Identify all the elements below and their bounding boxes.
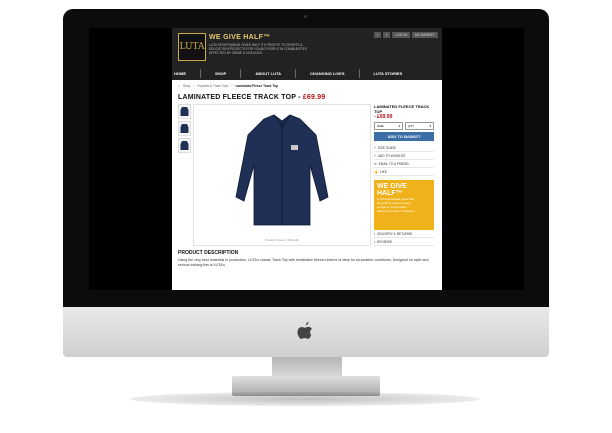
login-link[interactable]: LOG IN (392, 32, 411, 38)
twitter-icon[interactable]: t (383, 32, 391, 38)
size-guide-link[interactable]: + SIZE GUIDE (374, 144, 434, 152)
chevron-right-icon: › (231, 84, 233, 88)
crumb-category[interactable]: Hoodies & Track Tops (197, 84, 228, 88)
chevron-right-icon: › (193, 84, 195, 88)
nav-stories[interactable]: LUTA STORIES (374, 69, 403, 78)
truck-icon: ▪ (374, 231, 376, 236)
side-product-price: - £69.99 (374, 114, 393, 120)
thumbnail-list (178, 104, 191, 246)
nav-home[interactable]: HOME (174, 69, 186, 78)
plus-icon: + (374, 153, 376, 158)
promo-text: LUTA Sportswear gives half its profit to… (377, 197, 415, 213)
luta-logo[interactable]: LUTA (178, 33, 206, 61)
purchase-panel: LAMINATED FLEECE TRACK TOP - £69.99 SIZE… (374, 104, 434, 246)
website: LUTA WE GIVE HALF™ LUTA SPORTSWEAR GIVES… (172, 28, 442, 290)
breadcrumb: ⌂ Shop › Hoodies & Track Tops › Laminate… (172, 80, 442, 92)
speech-bubble-icon: ▪ (374, 239, 376, 244)
camera-icon (304, 15, 307, 18)
jacket-image (235, 114, 329, 226)
delivery-returns-link[interactable]: ▪ DELIVERY & RETURNS (374, 230, 434, 238)
site-header: LUTA WE GIVE HALF™ LUTA SPORTSWEAR GIVES… (172, 28, 442, 80)
basket-link[interactable]: MY BASKET (412, 32, 438, 38)
imac-display: LUTA WE GIVE HALF™ LUTA SPORTSWEAR GIVES… (0, 0, 612, 433)
nav-changing-lives[interactable]: CHANGING LIVES (310, 69, 344, 78)
thumbnail-side[interactable] (178, 121, 191, 136)
crumb-current: Laminated Fleece Track Top (235, 84, 278, 88)
we-give-half-promo[interactable]: WE GIVE HALF™ LUTA Sportswear gives half… (374, 180, 434, 230)
facebook-icon[interactable]: f (374, 32, 382, 38)
chevron-down-icon: ▾ (429, 124, 431, 128)
tagline: WE GIVE HALF™ (209, 34, 271, 41)
qty-select[interactable]: QTY ▾ (405, 122, 434, 130)
stand-neck (272, 357, 342, 377)
thumbnail-front[interactable] (178, 104, 191, 119)
side-product-name: LAMINATED FLEECE TRACK TOP (374, 104, 430, 114)
image-caption: Product Shown | Midnight (264, 238, 300, 242)
header-blurb: LUTA SPORTSWEAR GIVES HALF ITS PROFITS T… (209, 43, 307, 55)
email-friend-link[interactable]: ✉ EMAIL TO A FRIEND (374, 160, 434, 168)
apple-logo-icon (297, 321, 314, 346)
product-image[interactable]: Product Shown | Midnight (193, 104, 371, 246)
product-title: LAMINATED FLEECE TRACK TOP - £69.99 (178, 94, 326, 101)
screen: LUTA WE GIVE HALF™ LUTA SPORTSWEAR GIVES… (89, 28, 524, 290)
product-description: PRODUCT DESCRIPTION Using the very best … (172, 246, 442, 272)
description-text: Using the very best materials in product… (178, 258, 429, 267)
crumb-shop[interactable]: Shop (183, 84, 190, 88)
product-price: £69.99 (302, 94, 326, 101)
reviews-link[interactable]: ▪ REVIEWS (374, 238, 434, 246)
options-row: SIZE ▾ QTY ▾ (374, 122, 434, 130)
size-select[interactable]: SIZE ▾ (374, 122, 403, 130)
main-nav: HOME SHOP ABOUT LUTA CHANGING LIVES LUTA… (174, 69, 402, 78)
utility-links: f t LOG IN MY BASKET (374, 32, 438, 38)
add-to-basket-button[interactable]: ADD TO BASKET (374, 132, 434, 141)
thumb-icon: 👍 (374, 169, 378, 174)
nav-about[interactable]: ABOUT LUTA (255, 69, 281, 78)
description-heading: PRODUCT DESCRIPTION (178, 250, 239, 256)
promo-heading: WE GIVE HALF™ (377, 183, 407, 197)
mail-icon: ✉ (374, 161, 377, 166)
plus-icon: + (374, 145, 376, 150)
product-body: Product Shown | Midnight LAMINATED FLEEC… (172, 104, 442, 246)
wishlist-link[interactable]: + ADD TO WISHLIST (374, 152, 434, 160)
thumbnail-back[interactable] (178, 138, 191, 153)
chevron-down-icon: ▾ (398, 124, 400, 128)
stand-shadow (130, 392, 480, 406)
home-icon[interactable]: ⌂ (178, 84, 180, 88)
nav-shop[interactable]: SHOP (215, 69, 226, 78)
like-link[interactable]: 👍 LIKE (374, 168, 434, 176)
